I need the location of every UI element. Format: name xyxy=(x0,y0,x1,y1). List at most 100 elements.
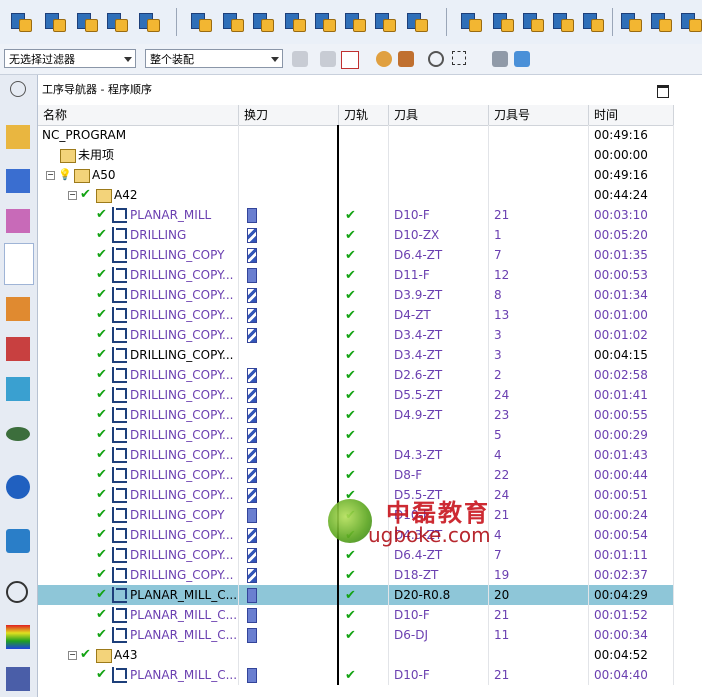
table-row[interactable]: ✔ DRILLING_COPY ✔ D6.4-ZT 7 00:01:35 xyxy=(38,245,674,265)
cell-name[interactable]: ✔ DRILLING_COPY... xyxy=(38,425,239,445)
create-method-icon[interactable] xyxy=(104,10,128,34)
table-row[interactable]: ✔ DRILLING_COPY... ✔ D4.9-ZT 23 00:00:55 xyxy=(38,405,674,425)
assembly-select[interactable]: 整个装配 xyxy=(145,49,283,68)
general-point-icon[interactable] xyxy=(341,51,359,69)
reuse-library-icon[interactable] xyxy=(6,377,30,401)
list-toolpath-icon[interactable] xyxy=(282,10,306,34)
cell-name[interactable]: ✔ DRILLING_COPY... xyxy=(38,365,239,385)
table-row[interactable]: ✔ PLANAR_MILL_C... ✔ D10-F 21 00:01:52 xyxy=(38,605,674,625)
cell-name[interactable]: NC_PROGRAM xyxy=(38,125,239,145)
solid-view-icon[interactable] xyxy=(514,51,530,67)
table-row[interactable]: 未用项 00:00:00 xyxy=(38,145,674,165)
cell-name[interactable]: ✔ DRILLING_COPY... xyxy=(38,405,239,425)
col-header-tool-change[interactable]: 换刀 xyxy=(239,105,339,125)
table-row[interactable]: ✔ DRILLING_COPY... ✔ D11-F 12 00:00:53 xyxy=(38,265,674,285)
machine-navigator-icon[interactable] xyxy=(6,297,30,321)
table-row[interactable]: ✔ DRILLING_COPY... ✔ 5 00:00:29 xyxy=(38,425,674,445)
create-geometry-icon[interactable] xyxy=(74,10,98,34)
table-row[interactable]: ✔ DRILLING_COPY... ✔ D8-F 22 00:00:44 xyxy=(38,465,674,485)
rect-select-icon[interactable] xyxy=(452,51,466,65)
cut-object-icon[interactable] xyxy=(490,10,514,34)
paste-object-icon[interactable] xyxy=(550,10,574,34)
gear-icon[interactable] xyxy=(10,81,26,97)
table-row[interactable]: ✔ PLANAR_MILL_C... ✔ D20-R0.8 20 00:04:29 xyxy=(38,585,674,605)
cell-name[interactable]: ✔ DRILLING_COPY... xyxy=(38,305,239,325)
table-row[interactable]: ✔ PLANAR_MILL_C... ✔ D10-F 21 00:04:40 xyxy=(38,665,674,685)
table-row[interactable]: − 💡 A50 00:49:16 xyxy=(38,165,674,185)
table-row[interactable]: ✔ DRILLING_COPY... ✔ D6.4-ZT 7 00:01:11 xyxy=(38,545,674,565)
table-row[interactable]: ✔ DRILLING_COPY... ✔ D4.3-ZT 4 00:00:54 xyxy=(38,525,674,545)
table-row[interactable]: ✔ DRILLING_COPY... ✔ D3.4-ZT 3 00:04:15 xyxy=(38,345,674,365)
col-header-cutter[interactable]: 刀具 xyxy=(389,105,489,125)
cell-name[interactable]: ✔ DRILLING_COPY... xyxy=(38,345,239,365)
copy-object-icon[interactable] xyxy=(520,10,544,34)
table-row[interactable]: ✔ DRILLING_COPY... ✔ D3.4-ZT 3 00:01:02 xyxy=(38,325,674,345)
verify-toolpath-icon[interactable] xyxy=(250,10,274,34)
clock-icon[interactable] xyxy=(6,581,28,603)
table-row[interactable]: ✔ DRILLING_COPY... ✔ D3.9-ZT 8 00:01:34 xyxy=(38,285,674,305)
transform-icon[interactable] xyxy=(648,10,672,34)
hd3d-icon[interactable] xyxy=(6,475,30,499)
associate-icon[interactable] xyxy=(398,51,414,67)
cell-name[interactable]: ✔ DRILLING_COPY... xyxy=(38,445,239,465)
machining-feature-icon[interactable] xyxy=(6,337,30,361)
cell-name[interactable]: ✔ PLANAR_MILL_C... xyxy=(38,605,239,625)
postprocess-icon[interactable] xyxy=(372,10,396,34)
table-row[interactable]: ✔ DRILLING_COPY... ✔ D5.5-ZT 24 00:00:51 xyxy=(38,485,674,505)
cell-name[interactable]: ✔ DRILLING_COPY... xyxy=(38,325,239,345)
cell-name[interactable]: ✔ DRILLING_COPY... xyxy=(38,265,239,285)
shaded-view-icon[interactable] xyxy=(492,51,508,67)
cell-name[interactable]: ✔ PLANAR_MILL xyxy=(38,205,239,225)
cell-name[interactable]: ✔ PLANAR_MILL_C... xyxy=(38,585,239,605)
operation-navigator-icon[interactable] xyxy=(4,243,34,285)
table-row[interactable]: NC_PROGRAM 00:49:16 xyxy=(38,125,674,145)
palette-icon[interactable] xyxy=(6,625,30,649)
table-row[interactable]: ✔ DRILLING_COPY... ✔ D4-ZT 13 00:01:00 xyxy=(38,305,674,325)
cell-name[interactable]: − ✔ A42 xyxy=(38,185,239,205)
collapse-toggle-icon[interactable]: − xyxy=(68,651,77,660)
cell-name[interactable]: 未用项 xyxy=(38,145,239,165)
info-icon[interactable] xyxy=(618,10,642,34)
col-header-name[interactable]: 名称 xyxy=(38,105,239,125)
cell-name[interactable]: ✔ PLANAR_MILL_C... xyxy=(38,625,239,645)
collapse-toggle-icon[interactable]: − xyxy=(46,171,55,180)
table-row[interactable]: − ✔ A42 00:44:24 xyxy=(38,185,674,205)
table-row[interactable]: ✔ DRILLING_COPY... ✔ D18-ZT 19 00:02:37 xyxy=(38,565,674,585)
cell-name[interactable]: ✔ DRILLING_COPY... xyxy=(38,285,239,305)
collapse-toggle-icon[interactable]: − xyxy=(68,191,77,200)
web-browser-icon[interactable] xyxy=(6,529,30,553)
create-operation-icon[interactable] xyxy=(136,10,160,34)
snap-point-icon[interactable] xyxy=(320,51,336,67)
properties-icon[interactable] xyxy=(580,10,604,34)
table-row[interactable]: ✔ DRILLING_COPY... ✔ D2.6-ZT 2 00:02:58 xyxy=(38,365,674,385)
table-row[interactable]: ✔ DRILLING_COPY ✔ D10-F 21 00:00:24 xyxy=(38,505,674,525)
cell-name[interactable]: ✔ DRILLING_COPY... xyxy=(38,545,239,565)
circle-select-icon[interactable] xyxy=(428,51,444,67)
cell-name[interactable]: − ✔ A43 xyxy=(38,645,239,665)
table-row[interactable]: ✔ PLANAR_MILL_C... ✔ D6-DJ 11 00:00:34 xyxy=(38,625,674,645)
cell-name[interactable]: ✔ DRILLING_COPY xyxy=(38,245,239,265)
roles-icon[interactable] xyxy=(6,667,30,691)
cell-name[interactable]: ✔ DRILLING_COPY... xyxy=(38,565,239,585)
part-navigator-icon[interactable] xyxy=(6,209,30,233)
constraint-navigator-icon[interactable] xyxy=(6,169,30,193)
assembly-navigator-icon[interactable] xyxy=(6,125,30,149)
cell-name[interactable]: ✔ DRILLING_COPY... xyxy=(38,485,239,505)
cell-name[interactable]: ✔ DRILLING xyxy=(38,225,239,245)
doc-icon[interactable] xyxy=(678,10,702,34)
table-row[interactable]: ✔ PLANAR_MILL ✔ D10-F 21 00:03:10 xyxy=(38,205,674,225)
simulate-icon[interactable] xyxy=(312,10,336,34)
filter-select[interactable]: 无选择过滤器 xyxy=(4,49,136,68)
maximize-icon[interactable] xyxy=(657,85,669,98)
create-program-icon[interactable] xyxy=(8,10,32,34)
intersect-icon[interactable] xyxy=(376,51,392,67)
shop-doc-icon[interactable] xyxy=(404,10,428,34)
table-row[interactable]: ✔ DRILLING ✔ D10-ZX 1 00:05:20 xyxy=(38,225,674,245)
cell-name[interactable]: − 💡 A50 xyxy=(38,165,239,185)
col-header-tool-number[interactable]: 刀具号 xyxy=(489,105,589,125)
selection-scope-icon[interactable] xyxy=(292,51,308,67)
create-tool-icon[interactable] xyxy=(42,10,66,34)
cell-name[interactable]: ✔ DRILLING_COPY... xyxy=(38,465,239,485)
cell-name[interactable]: ✔ PLANAR_MILL_C... xyxy=(38,665,239,685)
delete-toolpath-icon[interactable] xyxy=(342,10,366,34)
